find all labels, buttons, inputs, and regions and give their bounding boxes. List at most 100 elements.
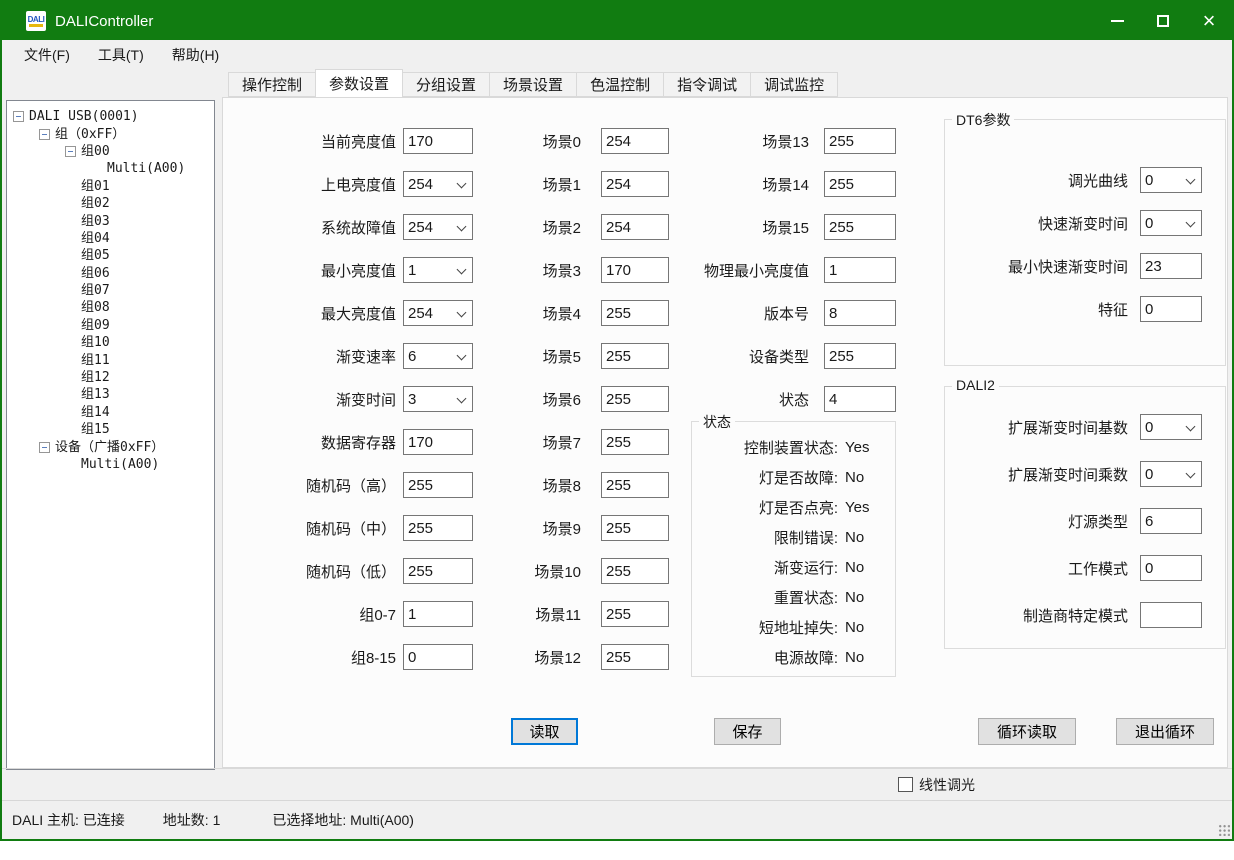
tree-item-label: 组01 — [81, 178, 110, 195]
exit-loop-button[interactable]: 退出循环 — [1116, 718, 1214, 745]
tree-item[interactable]: 组05 — [7, 247, 214, 264]
field-label: 随机码（高） — [306, 475, 396, 496]
field-input-wrap — [601, 644, 669, 670]
field-input[interactable] — [1140, 602, 1202, 628]
field-input[interactable] — [601, 429, 669, 455]
tab[interactable]: 色温控制 — [576, 72, 664, 97]
tree-item[interactable]: 组03 — [7, 212, 214, 229]
field-row: 设备类型 — [646, 343, 896, 369]
linear-dimming-checkbox[interactable] — [898, 777, 913, 792]
close-button[interactable]: × — [1186, 2, 1232, 40]
field-label: 随机码（中） — [306, 518, 396, 539]
field-label: 场景9 — [543, 518, 581, 539]
field-input-wrap — [1140, 555, 1202, 581]
tree-item[interactable]: 组00 — [7, 143, 214, 160]
read-button[interactable]: 读取 — [511, 718, 578, 745]
status-row-value: No — [838, 649, 895, 666]
close-icon: × — [1203, 11, 1216, 31]
tab[interactable]: 调试监控 — [750, 72, 838, 97]
field-input[interactable] — [601, 601, 669, 627]
tree-expander-icon[interactable] — [39, 442, 50, 453]
save-button[interactable]: 保存 — [714, 718, 781, 745]
field-input[interactable] — [824, 386, 896, 412]
field-row: 特征 — [945, 296, 1202, 322]
tree-item[interactable]: 组01 — [7, 178, 214, 195]
status-row-label: 灯是否点亮: — [692, 497, 838, 518]
field-label: 场景4 — [543, 303, 581, 324]
tab[interactable]: 场景设置 — [489, 72, 577, 97]
tree-item[interactable]: 组09 — [7, 317, 214, 334]
field-input[interactable] — [601, 472, 669, 498]
tree-item[interactable]: 组14 — [7, 404, 214, 421]
tree-item[interactable]: 组04 — [7, 230, 214, 247]
field-label: 场景1 — [543, 174, 581, 195]
status-row-label: 电源故障: — [692, 647, 838, 668]
field-input[interactable] — [601, 644, 669, 670]
tree-item[interactable]: 组08 — [7, 299, 214, 316]
tree-item[interactable]: Multi(A00) — [7, 456, 214, 473]
loop-read-button[interactable]: 循环读取 — [978, 718, 1076, 745]
menu-item[interactable]: 帮助(H) — [158, 41, 233, 69]
menu-item[interactable]: 文件(F) — [10, 41, 84, 69]
status-row-value: No — [838, 529, 895, 546]
dt6-groupbox: DT6参数 调光曲线 快速渐变时间 最小快速渐变时间 特征 — [944, 119, 1226, 366]
statusbar-selected-address: 已选择地址: Multi(A00) — [272, 810, 414, 830]
field-input[interactable] — [824, 343, 896, 369]
field-label: 设备类型 — [749, 346, 809, 367]
maximize-button[interactable] — [1140, 2, 1186, 40]
tree-item[interactable]: 组15 — [7, 421, 214, 438]
menu-item[interactable]: 工具(T) — [84, 41, 158, 69]
tree-item[interactable]: DALI USB(0001) — [7, 108, 214, 125]
resize-grip-icon[interactable] — [1217, 823, 1230, 836]
tab[interactable]: 指令调试 — [663, 72, 751, 97]
field-input[interactable] — [824, 171, 896, 197]
tree-item[interactable]: 组13 — [7, 386, 214, 403]
status-row-label: 控制装置状态: — [692, 437, 838, 458]
minimize-button[interactable] — [1094, 2, 1140, 40]
tree-item[interactable]: 设备（广播0xFF） — [7, 438, 214, 455]
field-input[interactable] — [1140, 253, 1202, 279]
dali2-groupbox-title: DALI2 — [952, 377, 999, 393]
tree-item[interactable]: 组10 — [7, 334, 214, 351]
field-label: 状态 — [779, 389, 809, 410]
field-label: 上电亮度值 — [321, 174, 396, 195]
tree-item[interactable]: 组07 — [7, 282, 214, 299]
tab[interactable]: 分组设置 — [402, 72, 490, 97]
field-input[interactable] — [1140, 555, 1202, 581]
field-label: 场景15 — [762, 217, 809, 238]
field-row: 场景9 — [419, 515, 669, 541]
status-groupbox-title: 状态 — [699, 412, 735, 432]
app-window: DALI DALIController × 文件(F) 工具(T) 帮助(H) … — [0, 0, 1234, 841]
field-input[interactable] — [1140, 296, 1202, 322]
tree-expander-icon[interactable] — [13, 111, 24, 122]
tree-item[interactable]: 组02 — [7, 195, 214, 212]
field-label: 最小亮度值 — [321, 260, 396, 281]
tree-item-label: Multi(A00) — [107, 160, 185, 177]
field-input[interactable] — [1140, 508, 1202, 534]
field-label: 组8-15 — [351, 647, 396, 668]
field-input[interactable] — [824, 128, 896, 154]
field-input-wrap — [1140, 414, 1202, 440]
status-row: 重置状态: No — [692, 586, 895, 608]
field-input[interactable] — [824, 257, 896, 283]
tab[interactable]: 操作控制 — [228, 72, 316, 97]
field-label: 场景10 — [534, 561, 581, 582]
tree-item[interactable]: 组（0xFF） — [7, 125, 214, 142]
field-row: 版本号 — [646, 300, 896, 326]
tab[interactable]: 参数设置 — [315, 69, 403, 97]
field-input[interactable] — [824, 300, 896, 326]
status-row-label: 灯是否故障: — [692, 467, 838, 488]
tree-item[interactable]: 组11 — [7, 351, 214, 368]
tree-item[interactable]: Multi(A00) — [7, 160, 214, 177]
status-row-value: No — [838, 589, 895, 606]
field-input[interactable] — [601, 515, 669, 541]
tree-expander-icon[interactable] — [39, 129, 50, 140]
field-input[interactable] — [824, 214, 896, 240]
tree-item[interactable]: 组12 — [7, 369, 214, 386]
tree-item[interactable]: 组06 — [7, 265, 214, 282]
footer-strip: 线性调光 — [2, 768, 1232, 800]
dt6-groupbox-title: DT6参数 — [952, 110, 1014, 130]
tree-expander-icon[interactable] — [65, 146, 76, 157]
field-input[interactable] — [601, 558, 669, 584]
field-input-wrap — [1140, 296, 1202, 322]
